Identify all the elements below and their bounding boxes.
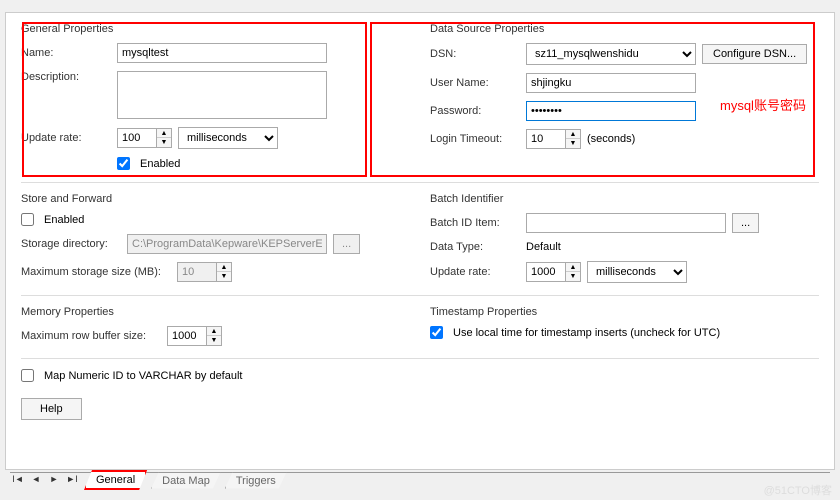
map-numeric-label: Map Numeric ID to VARCHAR by default [44, 370, 242, 382]
name-label: Name: [21, 47, 111, 59]
watermark-text: @51CTO博客 [764, 482, 832, 498]
storage-dir-label: Storage directory: [21, 238, 121, 250]
batch-type-label: Data Type: [430, 241, 520, 253]
username-label: User Name: [430, 77, 520, 89]
max-storage-label: Maximum storage size (MB): [21, 266, 171, 278]
description-textarea[interactable] [117, 71, 327, 119]
batch-item-browse-button[interactable]: ... [732, 213, 759, 233]
dsn-select[interactable]: sz11_mysqlwenshidu [526, 43, 696, 65]
buffer-input[interactable] [167, 326, 207, 346]
map-numeric-checkbox[interactable] [21, 369, 34, 382]
enabled-checkbox[interactable] [117, 157, 130, 170]
local-time-checkbox[interactable] [430, 326, 443, 339]
password-label: Password: [430, 105, 520, 117]
storage-dir-browse-button: ... [333, 234, 360, 254]
update-rate-spinner[interactable]: ▲▼ [157, 128, 172, 148]
password-input[interactable] [526, 101, 696, 121]
batch-item-input[interactable] [526, 213, 726, 233]
nav-last-icon[interactable]: ►I [64, 472, 80, 488]
buffer-label: Maximum row buffer size: [21, 330, 161, 342]
dsn-label: DSN: [430, 48, 520, 60]
login-timeout-unit: (seconds) [587, 133, 635, 145]
sf-enabled-label: Enabled [44, 214, 84, 226]
help-button[interactable]: Help [21, 398, 82, 420]
login-timeout-spinner[interactable]: ▲▼ [566, 129, 581, 149]
nav-next-icon[interactable]: ► [46, 472, 62, 488]
update-rate-label: Update rate: [21, 132, 111, 144]
max-storage-input [177, 262, 217, 282]
nav-prev-icon[interactable]: ◄ [28, 472, 44, 488]
batch-rate-input[interactable] [526, 262, 566, 282]
storage-dir-input [127, 234, 327, 254]
general-properties-title: General Properties [21, 23, 410, 35]
tab-triggers[interactable]: Triggers [225, 472, 287, 489]
sf-enabled-checkbox[interactable] [21, 213, 34, 226]
nav-first-icon[interactable]: I◄ [10, 472, 26, 488]
batch-rate-unit-select[interactable]: milliseconds [587, 261, 687, 283]
max-storage-spinner: ▲▼ [217, 262, 232, 282]
batch-rate-spinner[interactable]: ▲▼ [566, 262, 581, 282]
username-input[interactable] [526, 73, 696, 93]
batch-item-label: Batch ID Item: [430, 217, 520, 229]
batch-identifier-title: Batch Identifier [430, 193, 819, 205]
annotation-text: mysql账号密码 [720, 95, 806, 114]
enabled-label: Enabled [140, 158, 180, 170]
datasource-properties-title: Data Source Properties [430, 23, 819, 35]
tab-strip: I◄ ◄ ► ►I General Data Map Triggers [10, 470, 287, 490]
update-rate-unit-select[interactable]: milliseconds [178, 127, 278, 149]
main-panel: General Properties Name: Description: Up… [5, 12, 835, 470]
tab-general[interactable]: General [84, 470, 147, 490]
configure-dsn-button[interactable]: Configure DSN... [702, 44, 807, 64]
login-timeout-input[interactable] [526, 129, 566, 149]
batch-type-value: Default [526, 241, 561, 253]
update-rate-input[interactable] [117, 128, 157, 148]
buffer-spinner[interactable]: ▲▼ [207, 326, 222, 346]
store-forward-title: Store and Forward [21, 193, 410, 205]
memory-properties-title: Memory Properties [21, 306, 410, 318]
description-label: Description: [21, 71, 111, 83]
timestamp-properties-title: Timestamp Properties [430, 306, 819, 318]
local-time-label: Use local time for timestamp inserts (un… [453, 327, 720, 339]
batch-rate-label: Update rate: [430, 266, 520, 278]
name-input[interactable] [117, 43, 327, 63]
login-timeout-label: Login Timeout: [430, 133, 520, 145]
tab-data-map[interactable]: Data Map [151, 472, 221, 489]
